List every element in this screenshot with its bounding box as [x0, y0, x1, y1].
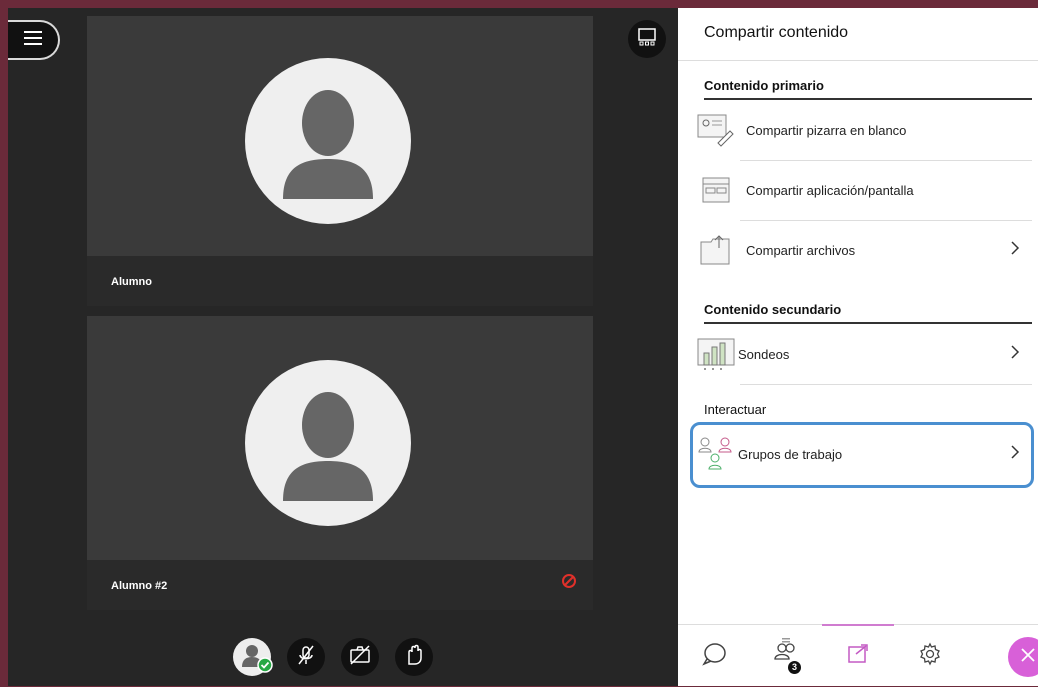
- attendees-icon: 3: [773, 641, 801, 674]
- breakout-groups-item[interactable]: Grupos de trabajo: [688, 426, 1028, 482]
- section-secondary-content: Contenido secundario: [704, 302, 842, 317]
- panel-title: Compartir contenido: [704, 24, 849, 41]
- item-label: Grupos de trabajo: [738, 446, 843, 462]
- participant-name: Alumno: [111, 276, 152, 288]
- available-badge-icon: [257, 657, 273, 678]
- item-label: Compartir aplicación/pantalla: [746, 182, 914, 198]
- person-icon: [283, 392, 373, 501]
- whiteboard-icon: [696, 112, 736, 148]
- divider: [740, 384, 1032, 385]
- my-status-button[interactable]: [233, 638, 273, 678]
- folder-upload-icon: [696, 232, 736, 268]
- item-label: Compartir archivos: [746, 242, 856, 258]
- polls-item[interactable]: Sondeos: [688, 326, 1028, 382]
- divider: [740, 160, 1032, 161]
- tab-close-slot: [966, 625, 1038, 687]
- tab-chat[interactable]: [678, 625, 750, 687]
- close-icon: [1019, 646, 1037, 669]
- window-frame-top: [0, 0, 1038, 8]
- item-label: Compartir pizarra en blanco: [746, 122, 907, 138]
- item-label: Sondeos: [738, 346, 790, 362]
- hamburger-icon: [24, 30, 42, 50]
- participant-name: Alumno #2: [111, 580, 168, 592]
- share-content-panel: Compartir contenido Contenido primario C…: [678, 8, 1038, 686]
- divider: [704, 322, 1032, 324]
- close-panel-button[interactable]: [1008, 637, 1038, 677]
- avatar: [245, 360, 411, 526]
- session-menu-button[interactable]: [8, 20, 60, 60]
- section-primary-content: Contenido primario: [704, 78, 824, 93]
- raise-hand-icon: [403, 644, 425, 671]
- media-controls: [233, 638, 433, 678]
- video-stage: Alumno Alumno #2: [8, 8, 678, 686]
- section-interact: Interactuar: [704, 402, 767, 417]
- tab-settings[interactable]: [894, 625, 966, 687]
- raise-hand-button[interactable]: [395, 638, 433, 676]
- name-bar: Alumno: [87, 256, 593, 306]
- microphone-off-icon: [295, 644, 317, 671]
- attendees-count-badge: 3: [788, 660, 801, 674]
- chevron-right-icon: [1010, 240, 1020, 261]
- participant-tile: Alumno #2: [87, 316, 593, 610]
- divider: [704, 98, 1032, 100]
- tab-share-content[interactable]: [822, 624, 894, 687]
- tab-attendees[interactable]: 3: [750, 625, 822, 687]
- microphone-toggle-button[interactable]: [287, 638, 325, 676]
- bar-chart-icon: [696, 336, 736, 372]
- panel-tab-bar: 3: [678, 624, 1038, 687]
- chat-bubble-icon: [701, 642, 727, 671]
- application-window-icon: [696, 172, 736, 208]
- chevron-right-icon: [1010, 444, 1020, 465]
- name-bar: Alumno #2: [87, 560, 593, 610]
- share-whiteboard-item[interactable]: Compartir pizarra en blanco: [688, 102, 1028, 158]
- avatar: [245, 58, 411, 224]
- camera-toggle-button[interactable]: [341, 638, 379, 676]
- gear-icon: [918, 642, 942, 671]
- layout-toggle-button[interactable]: [628, 20, 666, 58]
- breakout-groups-icon: [696, 436, 736, 472]
- participant-tile: Alumno: [87, 16, 593, 306]
- camera-off-icon: [348, 644, 372, 671]
- divider: [740, 220, 1032, 221]
- grid-view-icon: [637, 27, 657, 52]
- share-files-item[interactable]: Compartir archivos: [688, 222, 1028, 278]
- share-icon: [846, 642, 870, 671]
- muted-alert-icon: [561, 573, 577, 594]
- divider: [678, 60, 1038, 61]
- chevron-right-icon: [1010, 344, 1020, 365]
- window-frame-left: [0, 0, 8, 686]
- person-icon: [283, 90, 373, 199]
- share-application-screen-item[interactable]: Compartir aplicación/pantalla: [688, 162, 1028, 218]
